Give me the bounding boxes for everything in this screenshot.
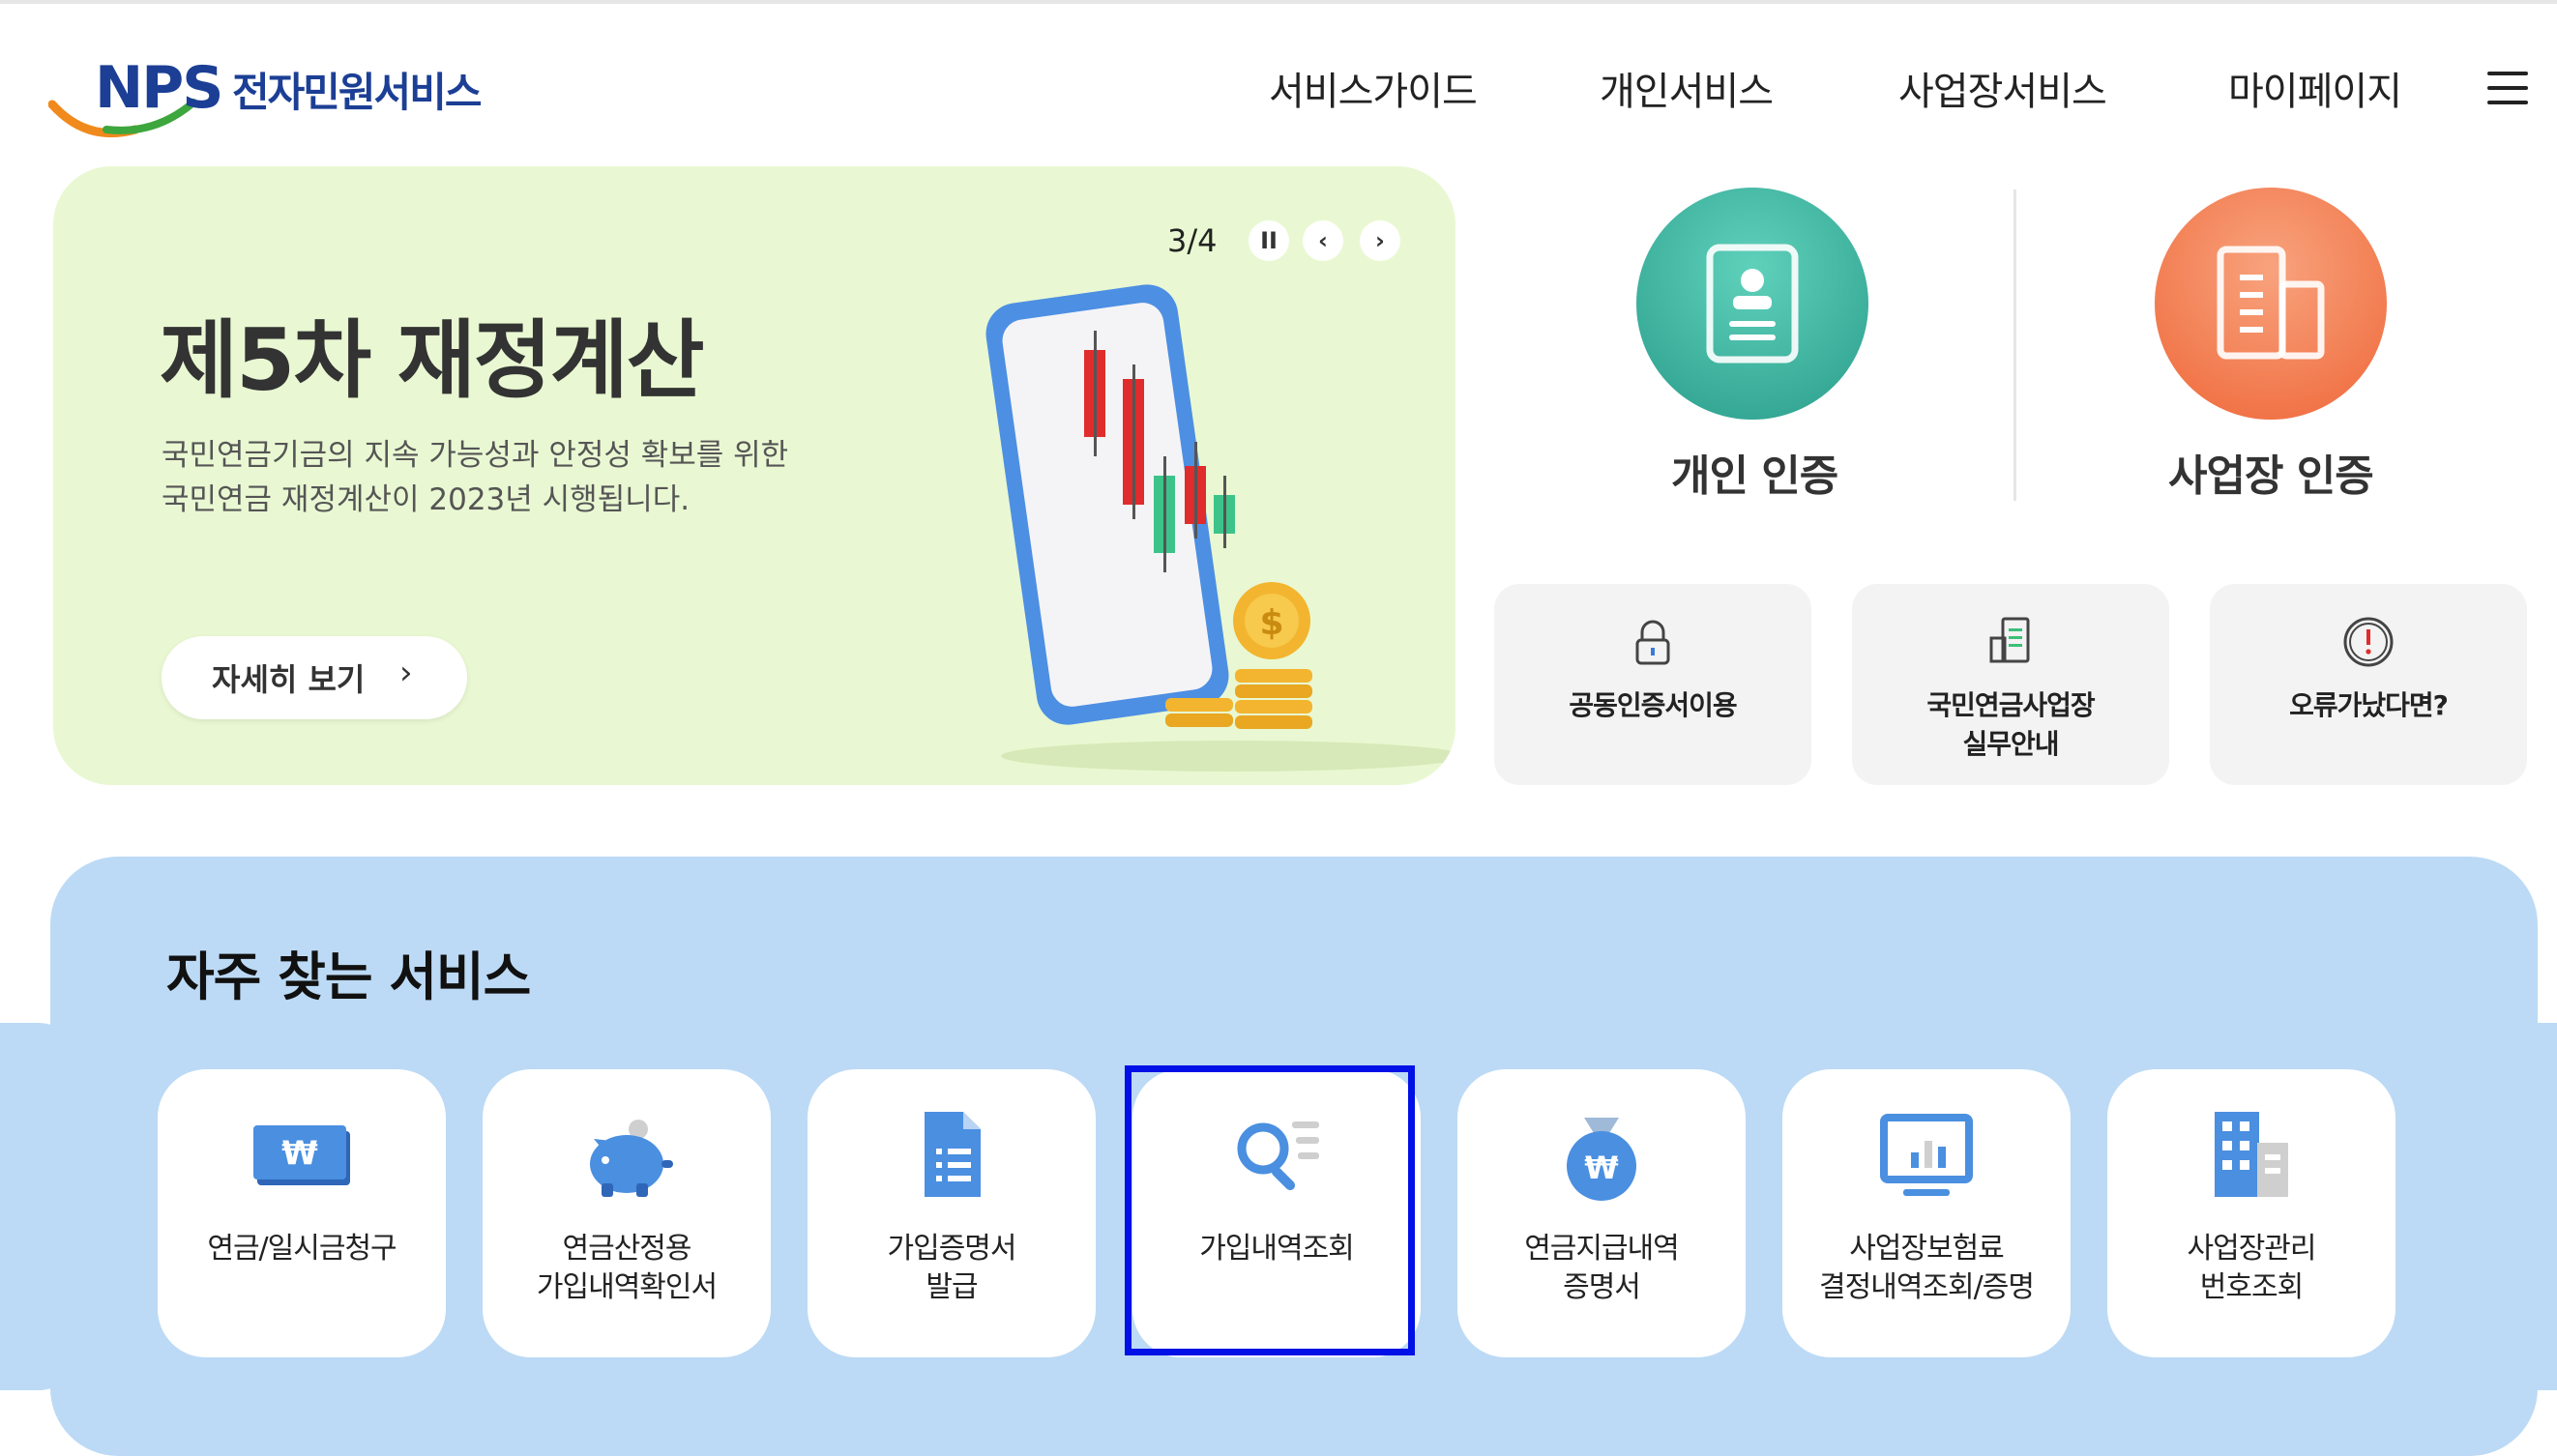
card-join-history[interactable]: 가입내역조회 bbox=[1132, 1069, 1421, 1357]
quick-business-guide[interactable]: 국민연금사업장 실무안내 bbox=[1852, 584, 2169, 785]
quick-business-guide-line2: 실무안내 bbox=[1962, 728, 2059, 760]
banner-description: 국민연금기금의 지속 가능성과 안정성 확보를 위한 국민연금 재정계산이 20… bbox=[162, 433, 788, 522]
card-pension-claim-label: 연금/일시금청구 bbox=[207, 1232, 397, 1266]
monitor-chart-icon bbox=[1880, 1114, 1973, 1196]
more-details-label: 자세히 보기 bbox=[212, 661, 366, 698]
logo-nps-text: NPS bbox=[95, 54, 223, 122]
quick-certificate[interactable]: 공동인증서이용 bbox=[1494, 584, 1811, 785]
top-border bbox=[0, 0, 2557, 4]
more-details-button[interactable]: 자세히 보기 › bbox=[162, 636, 467, 719]
card-join-certificate[interactable]: 가입증명서 발급 bbox=[808, 1069, 1096, 1357]
pause-icon[interactable]: II bbox=[1249, 220, 1289, 261]
quick-certificate-label: 공동인증서이용 bbox=[1569, 689, 1737, 721]
card-payment-certificate-line2: 증명서 bbox=[1563, 1270, 1641, 1304]
card-payment-certificate[interactable]: ₩ 연금지급내역 증명서 bbox=[1457, 1069, 1746, 1357]
search-list-icon bbox=[1237, 1121, 1319, 1191]
office-building-icon bbox=[2215, 1112, 2288, 1197]
chevron-right-icon: › bbox=[399, 654, 413, 692]
banner-desc-line2: 국민연금 재정계산이 2023년 시행됩니다. bbox=[162, 482, 691, 517]
quick-error-help[interactable]: 오류가났다면? bbox=[2210, 584, 2527, 785]
card-join-certificate-line1: 가입증명서 bbox=[887, 1232, 1017, 1266]
alert-icon bbox=[2343, 617, 2394, 667]
card-business-premium[interactable]: 사업장보험료 결정내역조회/증명 bbox=[1782, 1069, 2071, 1357]
card-payment-certificate-line1: 연금지급내역 bbox=[1524, 1232, 1680, 1266]
nav-business-service[interactable]: 사업장서비스 bbox=[1898, 60, 2107, 116]
banner-title: 제5차 재정계산 bbox=[160, 310, 705, 410]
chevron-right-icon[interactable]: › bbox=[1360, 220, 1400, 261]
document-building-icon bbox=[1989, 617, 2030, 663]
banner-counter: 3/4 bbox=[1167, 222, 1218, 259]
card-business-number[interactable]: 사업장관리 번호조회 bbox=[2107, 1069, 2395, 1357]
chevron-left-icon[interactable]: ‹ bbox=[1303, 220, 1343, 261]
quick-error-help-label: 오류가났다면? bbox=[2289, 689, 2449, 721]
hamburger-icon[interactable] bbox=[2487, 72, 2528, 106]
card-business-number-line1: 사업장관리 bbox=[2187, 1232, 2317, 1266]
won-bill-icon: ₩ bbox=[253, 1125, 350, 1185]
id-card-icon bbox=[1706, 244, 1799, 364]
nav-my-page[interactable]: 마이페이지 bbox=[2228, 60, 2402, 116]
card-pension-calc-line1: 연금산정용 bbox=[562, 1232, 692, 1266]
building-icon bbox=[2217, 246, 2325, 360]
card-business-premium-line2: 결정내역조회/증명 bbox=[1819, 1270, 2035, 1304]
site-logo[interactable]: NPS 전자민원서비스 bbox=[48, 46, 513, 143]
personal-auth-label[interactable]: 개인 인증 bbox=[1671, 441, 1838, 503]
svg-text:₩: ₩ bbox=[281, 1134, 318, 1173]
quick-business-guide-line1: 국민연금사업장 bbox=[1926, 689, 2095, 721]
logo-service-name: 전자민원서비스 bbox=[232, 69, 482, 116]
card-join-history-label: 가입내역조회 bbox=[1199, 1232, 1355, 1266]
svg-text:₩: ₩ bbox=[1584, 1150, 1618, 1186]
card-pension-calc-line2: 가입내역확인서 bbox=[536, 1270, 718, 1304]
card-business-number-line2: 번호조회 bbox=[2199, 1270, 2304, 1304]
promo-banner: 3/4 II ‹ › 제5차 재정계산 국민연금기금의 지속 가능성과 안정성 … bbox=[53, 166, 1455, 785]
document-icon bbox=[925, 1112, 981, 1197]
money-bag-icon: ₩ bbox=[1567, 1118, 1636, 1201]
nav-personal-service[interactable]: 개인서비스 bbox=[1600, 60, 1774, 116]
frequent-services-title: 자주 찾는 서비스 bbox=[166, 946, 531, 1007]
piggy-bank-icon bbox=[590, 1120, 673, 1197]
card-pension-claim[interactable]: ₩ 연금/일시금청구 bbox=[158, 1069, 446, 1357]
phone-chart-illustration: $ bbox=[985, 284, 1455, 772]
lock-icon bbox=[1635, 620, 1670, 665]
card-business-premium-line1: 사업장보험료 bbox=[1849, 1232, 2005, 1266]
personal-auth-button[interactable] bbox=[1636, 188, 1868, 420]
business-auth-label[interactable]: 사업장 인증 bbox=[2168, 441, 2374, 503]
business-auth-button[interactable] bbox=[2155, 188, 2387, 420]
card-join-certificate-line2: 발급 bbox=[926, 1270, 978, 1304]
svg-text:$: $ bbox=[1259, 603, 1283, 643]
banner-desc-line1: 국민연금기금의 지속 가능성과 안정성 확보를 위한 bbox=[162, 438, 789, 473]
card-pension-calc-certificate[interactable]: 연금산정용 가입내역확인서 bbox=[483, 1069, 771, 1357]
auth-divider bbox=[2013, 189, 2016, 501]
nav-service-guide[interactable]: 서비스가이드 bbox=[1269, 60, 1478, 116]
